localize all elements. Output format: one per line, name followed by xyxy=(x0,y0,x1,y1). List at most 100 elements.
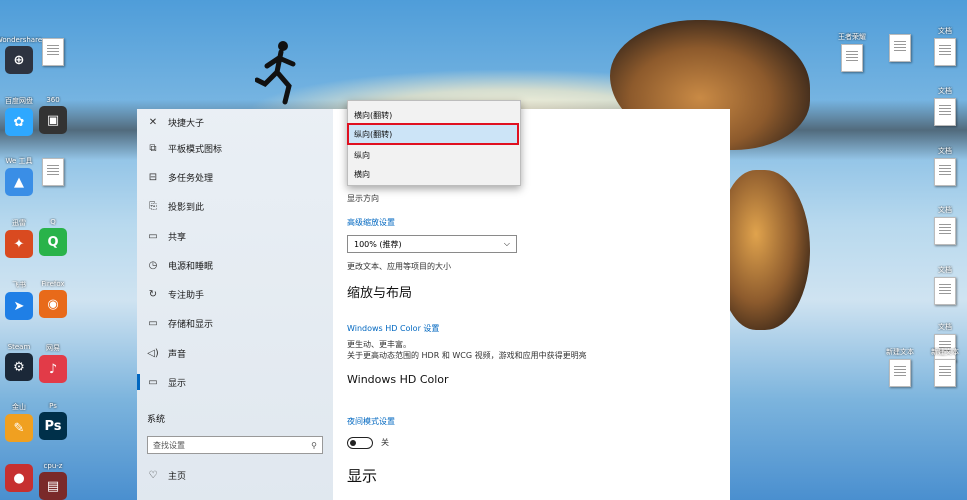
app-icon: Ps xyxy=(39,412,67,440)
sidebar-item-label: 专注助手 xyxy=(168,290,205,301)
document-icon xyxy=(934,359,956,387)
sidebar-item-label: 投影到此 xyxy=(168,202,205,213)
desktop-icon[interactable] xyxy=(25,36,81,66)
sidebar-item[interactable]: ◁) 声音 xyxy=(137,340,333,366)
sidebar-item-label: 共享 xyxy=(168,232,187,243)
runner-silhouette xyxy=(255,41,296,105)
document-icon xyxy=(934,217,956,245)
desktop-icon[interactable]: Firefox ◉ xyxy=(25,280,81,318)
sidebar-item-label: 存储和显示 xyxy=(168,319,214,330)
nav-icon: ◷ xyxy=(148,259,158,271)
desktop-icon[interactable]: QQ xyxy=(25,218,81,256)
sidebar-item[interactable]: ⎘ 投影到此 xyxy=(137,193,333,219)
nav-icon: ⧉ xyxy=(149,142,157,154)
document-icon xyxy=(934,38,956,66)
desktop-icon[interactable]: 文档 xyxy=(917,26,967,66)
desktop-icon-label: 文档 xyxy=(938,87,952,95)
document-icon xyxy=(42,38,64,66)
sidebar-item-label: 电源和睡眠 xyxy=(168,261,214,272)
document-icon xyxy=(934,277,956,305)
search-icon: ⚲ xyxy=(311,440,317,450)
hdr-heading: Windows HD Color xyxy=(347,373,449,386)
scale-value: 100% (推荐) xyxy=(354,239,402,249)
advanced-scaling-link[interactable]: 高级缩放设置 xyxy=(347,217,395,228)
sidebar-item[interactable]: ⧉ 平板模式图标 xyxy=(137,135,333,161)
desktop-icon[interactable]: Ps Ps xyxy=(25,402,81,440)
sidebar-item[interactable]: ▭ 共享 xyxy=(137,223,333,249)
dropdown-option[interactable]: 纵向(翻转) xyxy=(347,123,519,145)
sidebar-item-label: 块捷大子 xyxy=(168,118,205,129)
dropdown-option[interactable]: 纵向 xyxy=(348,145,518,165)
desktop-icon[interactable]: 网易 ♪ xyxy=(25,343,81,383)
document-icon xyxy=(889,359,911,387)
desktop-icon-label: 网易 xyxy=(46,344,60,352)
desktop-icon[interactable]: 文档 xyxy=(917,86,967,126)
desktop-icon[interactable]: 新建文本 xyxy=(917,347,967,387)
desktop-icon-label: 文档 xyxy=(938,266,952,274)
document-icon xyxy=(934,98,956,126)
sidebar-item[interactable]: ⊟ 多任务处理 xyxy=(137,164,333,190)
hdr-description: 关于更高动态范围的 HDR 和 WCG 视频，游戏和应用中获得更明亮 xyxy=(347,351,587,360)
settings-nav: ✕ 块捷大子 ⧉ 平板模式图标 ⊟ 多任务处理 ⎘ 投影到此 ▭ 共享 ◷ 电源和睡眠 ↻ 专注助手 ▭ 存储… xyxy=(137,109,333,500)
nav-icon: ↻ xyxy=(148,288,158,300)
toggle-state: 关 xyxy=(381,438,389,447)
sidebar-item[interactable]: ▭ 存储和显示 xyxy=(137,310,333,336)
document-icon xyxy=(841,44,863,72)
sidebar-item-label: 声音 xyxy=(168,349,187,360)
night-light-settings-link[interactable]: 夜间模式设置 xyxy=(347,416,395,427)
desktop-icon-label: cpu-z xyxy=(43,462,63,470)
sidebar-item[interactable]: ✕ 块捷大子 xyxy=(137,109,333,135)
document-icon xyxy=(889,34,911,62)
sidebar-item[interactable]: ↻ 专注助手 xyxy=(137,281,333,307)
desktop-icon-label: 新建文本 xyxy=(931,348,959,356)
chevron-down-icon: ⌵ xyxy=(503,239,510,248)
desktop-icon[interactable]: 文档 xyxy=(917,146,967,186)
app-icon: ◉ xyxy=(39,290,67,318)
dropdown-option[interactable]: 横向 xyxy=(348,164,518,184)
search-input[interactable]: 查找设置 ⚲ xyxy=(147,436,323,454)
app-icon: Q xyxy=(39,228,67,256)
desktop-icon-label: 360 xyxy=(46,96,60,104)
sidebar-item-label: 显示 xyxy=(168,378,187,389)
nav-icon: ⎘ xyxy=(149,200,157,212)
nav-home[interactable]: ♡ 主页 xyxy=(137,462,333,488)
nav-icon: ✕ xyxy=(148,116,158,128)
wallpaper-rock-reflection xyxy=(720,170,810,330)
scale-dropdown[interactable]: 100% (推荐) ⌵ xyxy=(347,235,517,253)
sidebar-item[interactable]: ▭ 显示 xyxy=(137,369,333,395)
orientation-dropdown-menu: 横向(翻转) 纵向(翻转) 纵向 横向 xyxy=(347,100,521,186)
dropdown-option[interactable]: 横向(翻转) xyxy=(348,105,518,125)
desktop-icon-label: 文档 xyxy=(938,147,952,155)
home-icon: ♡ xyxy=(148,469,158,481)
desktop-icon[interactable]: 360 ▣ xyxy=(25,96,81,134)
search-placeholder: 查找设置 xyxy=(153,440,185,450)
desktop-icon-label: 文档 xyxy=(938,27,952,35)
desktop-icon-label: Q xyxy=(50,218,56,226)
nav-section-system: 系统 xyxy=(147,415,166,425)
nav-icon: ▭ xyxy=(148,230,158,242)
document-icon xyxy=(42,158,64,186)
desktop-icon[interactable]: 文档 xyxy=(917,265,967,305)
app-icon: ▣ xyxy=(39,106,67,134)
scale-heading: 缩放与布局 xyxy=(347,286,413,301)
nav-icon: ◁) xyxy=(147,347,159,359)
sidebar-item-label: 多任务处理 xyxy=(168,173,214,184)
desktop-icon-label: 文档 xyxy=(938,206,952,214)
desktop-icon[interactable]: 文档 xyxy=(917,205,967,245)
hdr-description-2: 更生动、更丰富。 xyxy=(347,340,411,349)
desktop-icon-label: Ps xyxy=(49,402,57,410)
nav-home-label: 主页 xyxy=(168,471,187,482)
nav-icon: ▭ xyxy=(148,317,158,329)
hd-color-settings-link[interactable]: Windows HD Color 设置 xyxy=(347,323,439,334)
desktop-icon[interactable] xyxy=(25,156,81,186)
app-icon: ♪ xyxy=(39,355,67,383)
sidebar-item[interactable]: ◷ 电源和睡眠 xyxy=(137,252,333,278)
sidebar-item-label: 平板模式图标 xyxy=(168,144,223,155)
desktop-icon[interactable]: cpu-z ▤ xyxy=(25,462,81,500)
orientation-label: 显示方向 xyxy=(347,194,379,203)
scale-description: 更改文本、应用等项目的大小 xyxy=(347,262,451,271)
document-icon xyxy=(934,158,956,186)
desktop-icon-label: Firefox xyxy=(41,280,65,288)
night-light-toggle[interactable] xyxy=(347,437,373,449)
nav-icon: ⊟ xyxy=(148,171,158,183)
